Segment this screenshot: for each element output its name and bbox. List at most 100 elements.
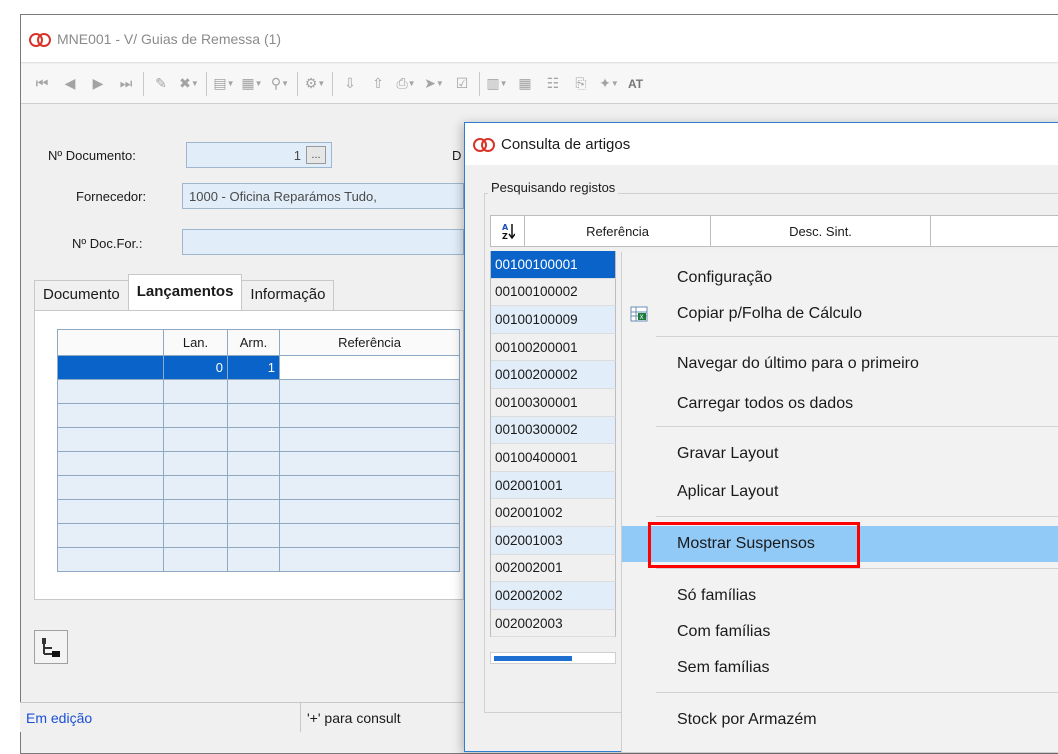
status-bar: Em edição '+' para consult: [20, 702, 466, 732]
grid-header-lan[interactable]: Lan.: [163, 329, 228, 356]
last-record-icon[interactable]: ⏭: [115, 73, 137, 95]
dialog-titlebar: Consulta de artigos: [465, 123, 1058, 165]
grid-cell-lan[interactable]: 0: [163, 355, 228, 380]
menu-item-stock-armazem[interactable]: Stock por Armazém: [622, 702, 1058, 738]
table-row[interactable]: 0 1: [57, 355, 460, 380]
supplier-doc-field[interactable]: [182, 229, 464, 255]
sort-az-icon[interactable]: A Z: [491, 216, 525, 246]
list-item[interactable]: 002002001: [491, 554, 616, 583]
list-item[interactable]: 002002002: [491, 582, 616, 610]
list-item[interactable]: 00100300002: [491, 416, 616, 445]
list-item[interactable]: 00100200002: [491, 361, 616, 389]
edit-document-icon[interactable]: ▤ ▼: [213, 73, 235, 95]
scrollbar-thumb[interactable]: [494, 656, 572, 661]
list-item[interactable]: 002001001: [491, 471, 616, 500]
menu-item-carregar[interactable]: Carregar todos os dados: [622, 386, 1058, 422]
extra-field-label: D: [452, 148, 462, 163]
grid-cell-arm[interactable]: 1: [227, 355, 280, 380]
tools-icon[interactable]: ⚙ ▼: [304, 73, 326, 95]
tab-lancamentos[interactable]: Lançamentos: [127, 274, 243, 310]
app-logo-icon: [473, 137, 495, 152]
tree-view-button[interactable]: [34, 630, 68, 664]
highlight-callout-box: [648, 522, 860, 568]
doc-number-label: Nº Documento:: [48, 148, 136, 163]
list-item[interactable]: 00100400001: [491, 444, 616, 472]
dialog-title: Consulta de artigos: [501, 135, 631, 153]
status-hint: '+' para consult: [300, 703, 401, 732]
header-referencia[interactable]: Referência: [525, 216, 711, 246]
menu-separator: [656, 692, 1058, 693]
main-window-title: MNE001 - V/ Guias de Remessa (1): [57, 30, 282, 47]
table-row[interactable]: [57, 523, 460, 548]
list-item[interactable]: 002002003: [491, 609, 616, 638]
menu-item-configuracao[interactable]: Configuração: [622, 260, 1058, 296]
grid-header-referencia[interactable]: Referência: [279, 329, 460, 356]
previous-record-icon[interactable]: ◀: [59, 73, 81, 95]
lines-grid: Lan. Arm. Referência 0 1: [57, 329, 460, 572]
list-item[interactable]: 00100100009: [491, 306, 616, 334]
menu-item-so-familias[interactable]: Só famílias: [622, 578, 1058, 614]
lancamentos-panel: Lan. Arm. Referência 0 1: [34, 310, 464, 600]
doc-number-lookup-button[interactable]: ...: [306, 146, 326, 164]
delete-record-icon[interactable]: ✖ ▼: [178, 73, 200, 95]
menu-item-navegar[interactable]: Navegar do último para o primeiro: [622, 346, 1058, 382]
print-icon[interactable]: ⎙ ▼: [395, 73, 417, 95]
details-icon[interactable]: ☷: [542, 73, 564, 95]
list-item[interactable]: 002001003: [491, 526, 616, 555]
menu-item-gravar-layout[interactable]: Gravar Layout: [622, 436, 1058, 472]
table-row[interactable]: [57, 475, 460, 500]
tab-documento[interactable]: Documento: [34, 280, 129, 310]
group-label: Pesquisando registos: [488, 180, 619, 195]
header-extra: [931, 216, 1058, 246]
toolbar-separator: [143, 71, 144, 96]
grid-cell-ref[interactable]: [279, 355, 460, 380]
toolbar-separator: [206, 71, 207, 96]
menu-item-sem-familias[interactable]: Sem famílias: [622, 650, 1058, 686]
list-item[interactable]: 00100200001: [491, 333, 616, 362]
menu-separator: [656, 426, 1058, 427]
list-item[interactable]: 002001002: [491, 499, 616, 527]
table-row[interactable]: [57, 547, 460, 572]
next-record-icon[interactable]: ▶: [87, 73, 109, 95]
toolbar-trailing-label[interactable]: AT: [628, 77, 643, 91]
save-icon[interactable]: ▦ ▼: [241, 73, 263, 95]
menu-item-com-familias[interactable]: Com famílias: [622, 614, 1058, 650]
table-row[interactable]: [57, 427, 460, 452]
grid-cell[interactable]: [57, 355, 164, 380]
horizontal-scrollbar[interactable]: [490, 652, 616, 664]
svg-text:Z: Z: [502, 232, 508, 240]
list-item[interactable]: 00100300001: [491, 388, 616, 417]
context-menu: Configuração X Copiar p/Folha de Cálculo…: [621, 252, 1058, 752]
status-edit-mode: Em edição: [26, 709, 93, 726]
menu-item-aplicar-layout[interactable]: Aplicar Layout: [622, 474, 1058, 510]
layout-icon[interactable]: ▥ ▼: [486, 73, 508, 95]
send-icon[interactable]: ➤ ▼: [423, 73, 445, 95]
form-tabs: Documento Lançamentos Informação: [34, 272, 335, 310]
import-icon[interactable]: ⇩: [339, 73, 361, 95]
attach-icon[interactable]: ⎘: [570, 73, 592, 95]
list-item[interactable]: 00100100002: [491, 278, 616, 307]
menu-separator: [656, 568, 1058, 569]
header-desc-sint[interactable]: Desc. Sint.: [711, 216, 931, 246]
find-binoculars-icon[interactable]: ⚲ ▼: [269, 73, 291, 95]
grid-header-arm[interactable]: Arm.: [227, 329, 280, 356]
menu-item-copiar-folha[interactable]: X Copiar p/Folha de Cálculo: [622, 296, 1058, 332]
grid-header-blank: [57, 329, 164, 356]
new-record-icon[interactable]: ✎: [150, 73, 172, 95]
table-row[interactable]: [57, 403, 460, 428]
extra-action-icon[interactable]: ✦ ▼: [598, 73, 620, 95]
report-icon[interactable]: ☑: [451, 73, 473, 95]
table-row[interactable]: [57, 499, 460, 524]
menu-separator: [656, 336, 1058, 337]
list-item[interactable]: 00100100001: [491, 251, 616, 279]
supplier-field[interactable]: 1000 - Oficina Reparámos Tudo,: [182, 183, 464, 209]
results-list: 00100100001 00100100002 00100100009 0010…: [490, 251, 616, 638]
first-record-icon[interactable]: ⏮: [31, 73, 53, 95]
export-icon[interactable]: ⇧: [367, 73, 389, 95]
table-row[interactable]: [57, 451, 460, 476]
columns-icon[interactable]: ▦: [514, 73, 536, 95]
tab-informacao[interactable]: Informação: [241, 280, 335, 310]
table-row[interactable]: [57, 379, 460, 404]
toolbar-separator: [297, 71, 298, 96]
results-header: A Z Referência Desc. Sint.: [490, 215, 1058, 247]
